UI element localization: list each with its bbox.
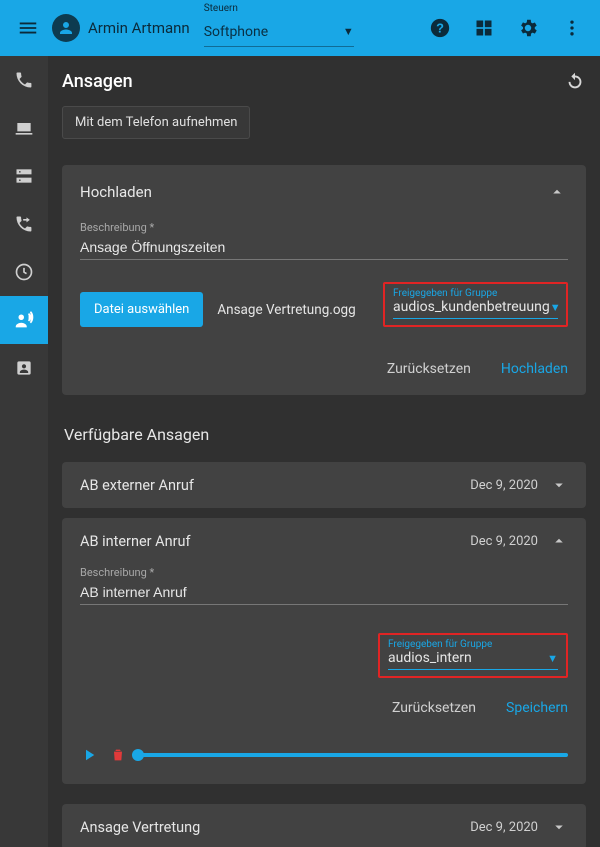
sidebar-item-announcements[interactable] — [0, 296, 48, 344]
contact-card-icon — [14, 358, 34, 378]
delete-button[interactable] — [110, 747, 126, 763]
sidebar-item-schedule[interactable] — [0, 248, 48, 296]
upload-group-value: audios_kundenbetreuung — [393, 299, 550, 315]
upload-group-select[interactable]: Freigegeben für Gruppe audios_kundenbetr… — [383, 282, 568, 327]
caret-down-icon: ▼ — [550, 301, 561, 314]
server-icon — [14, 166, 34, 186]
page-title: Ansagen — [62, 71, 133, 92]
sidebar-item-storage[interactable] — [0, 152, 48, 200]
item-desc-input[interactable] — [80, 582, 568, 605]
sidebar-item-devices[interactable] — [0, 104, 48, 152]
item-save-button[interactable]: Speichern — [506, 700, 568, 716]
announcement-date: Dec 9, 2020 — [470, 820, 538, 835]
available-announcements-heading: Verfügbare Ansagen — [64, 425, 586, 444]
softphone-label: Steuern — [204, 3, 238, 14]
upload-card-title: Hochladen — [80, 183, 152, 201]
softphone-selector[interactable]: Steuern Softphone ▼ — [204, 9, 354, 47]
softphone-value: Softphone — [204, 24, 268, 40]
chevron-down-icon — [550, 818, 568, 836]
upload-card: Hochladen Beschreibung * Datei auswählen… — [62, 165, 586, 395]
upload-reset-button[interactable]: Zurücksetzen — [387, 361, 471, 377]
item-group-value: audios_intern — [388, 650, 472, 666]
refresh-icon — [564, 70, 586, 92]
announcement-collapse-toggle[interactable] — [550, 532, 568, 550]
announcement-title: Ansage Vertretung — [80, 819, 470, 836]
audio-progress-slider[interactable] — [138, 753, 568, 757]
play-icon — [80, 746, 98, 764]
play-button[interactable] — [80, 746, 98, 764]
gear-icon — [517, 17, 539, 39]
trash-icon — [110, 747, 126, 763]
phone-icon — [14, 70, 34, 90]
person-icon — [57, 19, 75, 37]
slider-knob-icon — [132, 749, 144, 761]
user-avatar[interactable] — [52, 14, 80, 42]
topbar-actions: ? — [420, 8, 592, 48]
caret-down-icon: ▼ — [547, 652, 558, 665]
announcement-expand-toggle[interactable] — [550, 818, 568, 836]
record-with-phone-button[interactable]: Mit dem Telefon aufnehmen — [62, 106, 250, 139]
menu-button[interactable] — [8, 8, 48, 48]
upload-card-collapse-toggle[interactable] — [546, 181, 568, 203]
selected-filename: Ansage Vertretung.ogg — [217, 302, 355, 318]
item-desc-label: Beschreibung * — [80, 566, 568, 579]
announcement-item: AB externer Anruf Dec 9, 2020 — [62, 462, 586, 508]
grid-icon — [474, 18, 494, 38]
chevron-up-icon — [548, 183, 566, 201]
sidebar — [0, 56, 48, 847]
item-group-label: Freigegeben für Gruppe — [388, 639, 558, 650]
help-icon: ? — [429, 17, 451, 39]
top-bar: Armin Artmann Steuern Softphone ▼ ? — [0, 0, 600, 56]
item-group-select[interactable]: Freigegeben für Gruppe audios_intern ▼ — [378, 633, 568, 678]
clock-icon — [14, 262, 34, 282]
sidebar-item-contacts[interactable] — [0, 344, 48, 392]
upload-desc-label: Beschreibung * — [80, 221, 568, 234]
upload-group-label: Freigegeben für Gruppe — [393, 288, 558, 299]
announcement-item: Ansage Vertretung Dec 9, 2020 — [62, 804, 586, 847]
more-button[interactable] — [552, 8, 592, 48]
hamburger-icon — [17, 17, 39, 39]
call-forward-icon — [14, 214, 34, 234]
dashboard-button[interactable] — [464, 8, 504, 48]
refresh-button[interactable] — [564, 70, 586, 92]
devices-icon — [14, 118, 34, 138]
help-button[interactable]: ? — [420, 8, 460, 48]
main-content: Ansagen Mit dem Telefon aufnehmen Hochla… — [48, 56, 600, 847]
announcement-date: Dec 9, 2020 — [470, 534, 538, 549]
item-reset-button[interactable]: Zurücksetzen — [392, 700, 476, 716]
announcement-item: AB interner Anruf Dec 9, 2020 Beschreibu… — [62, 518, 586, 784]
upload-desc-input[interactable] — [80, 237, 568, 260]
choose-file-button[interactable]: Datei auswählen — [80, 292, 203, 327]
svg-text:?: ? — [436, 21, 444, 36]
sidebar-item-forwarding[interactable] — [0, 200, 48, 248]
announcement-date: Dec 9, 2020 — [470, 478, 538, 493]
chevron-up-icon — [550, 532, 568, 550]
announcement-title: AB interner Anruf — [80, 533, 470, 550]
caret-down-icon: ▼ — [343, 25, 354, 38]
more-vert-icon — [562, 18, 582, 38]
upload-submit-button[interactable]: Hochladen — [501, 361, 568, 377]
announcement-title: AB externer Anruf — [80, 477, 470, 494]
sidebar-item-calls[interactable] — [0, 56, 48, 104]
user-name: Armin Artmann — [88, 19, 190, 37]
record-voice-icon — [13, 309, 35, 331]
chevron-down-icon — [550, 476, 568, 494]
announcement-expand-toggle[interactable] — [550, 476, 568, 494]
settings-button[interactable] — [508, 8, 548, 48]
